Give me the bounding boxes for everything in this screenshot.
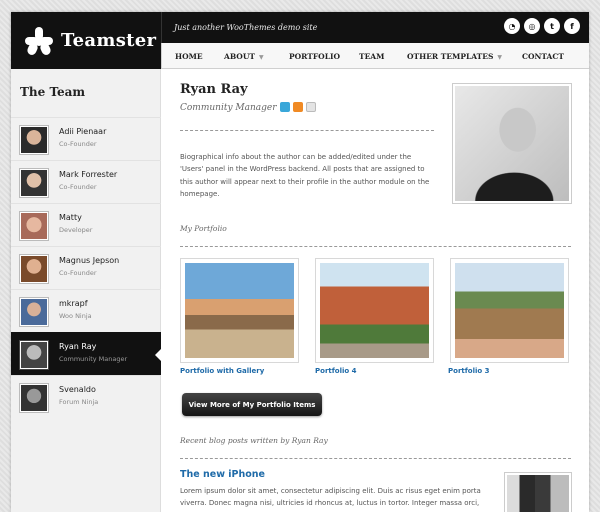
avatar (19, 254, 49, 284)
divider (180, 130, 434, 131)
avatar (19, 383, 49, 413)
member-role: Forum Ninja (59, 398, 99, 406)
member-role: Co-Founder (59, 183, 97, 191)
portfolio-thumb[interactable] (315, 258, 434, 363)
author-social-links (280, 102, 316, 112)
team-member-item[interactable]: Magnus Jepson Co-Founder (11, 246, 161, 289)
avatar (19, 168, 49, 198)
member-name: Svenaldo (59, 385, 96, 394)
post-title-link[interactable]: The new iPhone (180, 469, 265, 480)
divider (180, 246, 571, 247)
nav-item-portfolio[interactable]: PORTFOLIO (289, 52, 340, 61)
team-member-item[interactable]: Adii Pienaar Co-Founder (11, 117, 161, 160)
portfolio-link[interactable]: Portfolio with Gallery (180, 367, 264, 375)
site-tagline: Just another WooThemes demo site (174, 23, 318, 32)
twitter-icon[interactable]: t (544, 18, 560, 34)
portfolio-link[interactable]: Portfolio 4 (315, 367, 357, 375)
team-sidebar: The Team Adii Pienaar Co-Founder Mark Fo… (11, 69, 162, 512)
top-bar: Just another WooThemes demo site ◔ ◎ t f (161, 12, 589, 43)
author-role: Community Manager (180, 103, 277, 113)
post-excerpt: Lorem ipsum dolor sit amet, consectetur … (180, 487, 481, 507)
main-nav: HOME ABOUT ▼ PORTFOLIO TEAM OTHER TEMPLAT… (161, 43, 589, 69)
member-name: mkrapf (59, 299, 88, 308)
member-role: Co-Founder (59, 140, 97, 148)
chevron-down-icon: ▼ (497, 54, 503, 61)
rss-icon[interactable] (293, 102, 303, 112)
avatar (19, 297, 49, 327)
twitter-icon[interactable] (280, 102, 290, 112)
team-member-item[interactable]: Svenaldo Forum Ninja (11, 375, 161, 418)
nav-item-home[interactable]: HOME (175, 52, 203, 61)
team-member-item-active[interactable]: Ryan Ray Community Manager (11, 332, 162, 375)
site-logo[interactable]: Teamster (11, 12, 161, 69)
email-icon[interactable] (306, 102, 316, 112)
recent-posts-label: Recent blog posts written by Ryan Ray (180, 436, 328, 445)
author-name: Ryan Ray (180, 82, 248, 97)
page-frame: Teamster Just another WooThemes demo sit… (11, 12, 589, 512)
avatar (19, 211, 49, 241)
portfolio-label: My Portfolio (180, 224, 227, 233)
team-member-item[interactable]: Mark Forrester Co-Founder (11, 160, 161, 203)
view-more-portfolio-button[interactable]: View More of My Portfolio Items (182, 393, 322, 416)
team-member-item[interactable]: mkrapf Woo Ninja (11, 289, 161, 332)
nav-item-other-templates[interactable]: OTHER TEMPLATES ▼ (407, 52, 502, 61)
member-name: Mark Forrester (59, 170, 118, 179)
avatar (19, 125, 49, 155)
nav-item-about[interactable]: ABOUT ▼ (224, 52, 264, 61)
member-name: Matty (59, 213, 82, 222)
author-photo (452, 83, 572, 204)
portfolio-link[interactable]: Portfolio 3 (448, 367, 490, 375)
post-thumbnail[interactable] (504, 472, 572, 512)
asterisk-logo-icon (25, 26, 53, 56)
team-member-item[interactable]: Matty Developer (11, 203, 161, 246)
portfolio-thumb[interactable] (180, 258, 299, 363)
nav-item-contact[interactable]: CONTACT (522, 52, 564, 61)
nav-item-team[interactable]: TEAM (359, 52, 384, 61)
social-links: ◔ ◎ t f (504, 18, 580, 34)
facebook-icon[interactable]: f (564, 18, 580, 34)
member-role: Woo Ninja (59, 312, 92, 320)
rss-icon[interactable]: ◔ (504, 18, 520, 34)
member-name: Ryan Ray (59, 342, 97, 351)
site-title: Teamster (61, 30, 157, 51)
member-name: Magnus Jepson (59, 256, 120, 265)
author-bio: Biographical info about the author can b… (180, 153, 430, 198)
portfolio-thumb[interactable] (450, 258, 569, 363)
member-role: Co-Founder (59, 269, 97, 277)
divider (180, 458, 571, 459)
member-role: Community Manager (59, 355, 128, 363)
member-role: Developer (59, 226, 93, 234)
member-name: Adii Pienaar (59, 127, 107, 136)
sidebar-title: The Team (20, 85, 86, 99)
dribbble-icon[interactable]: ◎ (524, 18, 540, 34)
chevron-down-icon: ▼ (258, 54, 264, 61)
avatar (19, 340, 49, 370)
